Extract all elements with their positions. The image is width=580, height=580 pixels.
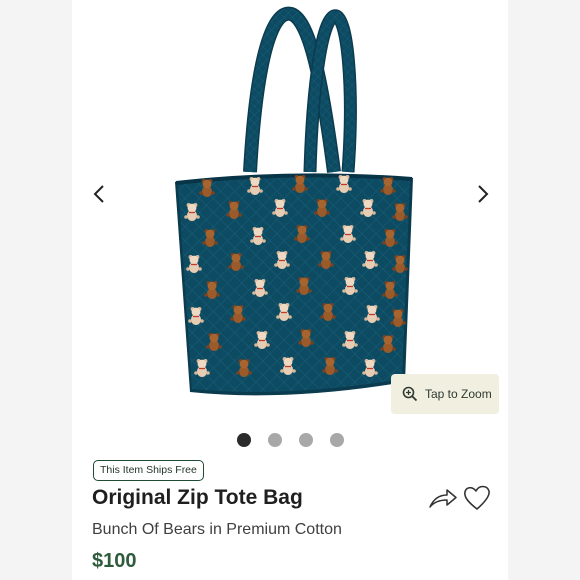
chevron-right-icon [478, 185, 489, 203]
pagination-dot[interactable] [329, 433, 344, 447]
zoom-label: Tap to Zoom [425, 387, 492, 401]
tap-to-zoom-button[interactable]: Tap to Zoom [391, 374, 499, 414]
product-pattern: Bunch Of Bears in Premium Cotton [92, 521, 342, 538]
heart-icon[interactable] [462, 484, 492, 512]
zoom-icon [402, 386, 418, 402]
pagination-dot[interactable] [267, 433, 282, 447]
previous-image-button[interactable] [84, 179, 114, 209]
pagination-dot[interactable] [298, 433, 313, 447]
image-gallery[interactable]: Tap to Zoom [72, 0, 508, 425]
product-page: Tap to Zoom This Item Ships Free Origina… [72, 0, 508, 580]
chevron-left-icon [93, 185, 104, 203]
product-price: $100 [92, 550, 137, 572]
gallery-pagination [72, 433, 508, 447]
share-icon[interactable] [428, 485, 458, 511]
product-title: Original Zip Tote Bag [92, 486, 303, 509]
next-image-button[interactable] [468, 179, 498, 209]
ships-free-badge: This Item Ships Free [93, 460, 204, 481]
pagination-dot[interactable] [236, 433, 251, 447]
product-image[interactable] [72, 0, 508, 425]
